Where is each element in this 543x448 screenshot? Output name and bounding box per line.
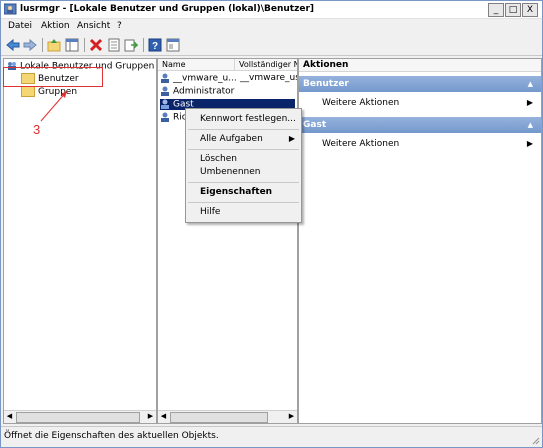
menu-item-all-tasks[interactable]: Alle Aufgaben xyxy=(200,134,263,144)
toolbar-separator xyxy=(42,38,43,52)
action-weitere-aktionen[interactable]: Weitere Aktionen xyxy=(322,139,399,149)
menu-item-rename[interactable]: Umbenennen xyxy=(200,167,261,177)
scroll-thumb[interactable] xyxy=(16,412,140,423)
console-tree-icon[interactable] xyxy=(166,38,180,52)
menu-item-help[interactable]: Hilfe xyxy=(200,207,220,217)
resize-grip-icon[interactable] xyxy=(530,435,540,445)
svg-text:?: ? xyxy=(152,41,158,52)
submenu-arrow-icon: ▶ xyxy=(526,139,533,148)
menu-help[interactable]: ? xyxy=(117,21,122,31)
users-app-icon xyxy=(4,3,17,15)
menu-separator xyxy=(188,202,299,203)
properties-icon[interactable] xyxy=(107,38,121,52)
row-name: Administrator xyxy=(173,86,235,97)
annotation-arrow-icon xyxy=(40,90,68,122)
menu-aktion[interactable]: Aktion xyxy=(41,21,70,31)
submenu-arrow-icon: ▶ xyxy=(288,134,295,143)
row-name: __vmware_u... xyxy=(173,73,237,84)
maximize-button[interactable]: □ xyxy=(505,3,521,17)
column-header-name[interactable]: Name xyxy=(158,59,235,71)
collapse-caret-icon[interactable]: ▲ xyxy=(528,117,533,133)
actions-title: Aktionen xyxy=(299,59,541,72)
user-icon xyxy=(161,112,169,122)
menu-separator xyxy=(188,129,299,130)
submenu-arrow-icon: ▶ xyxy=(526,98,533,107)
user-icon xyxy=(161,99,169,109)
export-icon[interactable] xyxy=(124,38,138,52)
column-header-full-name[interactable]: Vollständiger N xyxy=(235,59,297,71)
horizontal-scrollbar[interactable]: ◀ ▶ xyxy=(158,410,297,423)
folder-icon xyxy=(21,86,35,97)
forward-icon[interactable] xyxy=(23,38,37,52)
scroll-thumb[interactable] xyxy=(170,412,268,423)
back-icon[interactable] xyxy=(6,38,20,52)
user-icon xyxy=(161,73,169,83)
collapse-caret-icon[interactable]: ▲ xyxy=(528,76,533,92)
menu-ansicht[interactable]: Ansicht xyxy=(77,21,110,31)
context-menu: Kennwort festlegen... Alle Aufgaben ▶ Lö… xyxy=(185,108,302,223)
scroll-right-arrow[interactable]: ▶ xyxy=(286,411,297,422)
scroll-left-arrow[interactable]: ◀ xyxy=(158,411,169,422)
menu-item-properties[interactable]: Eigenschaften xyxy=(200,187,272,197)
scroll-right-arrow[interactable]: ▶ xyxy=(145,411,156,422)
menu-item-set-password[interactable]: Kennwort festlegen... xyxy=(200,114,296,124)
help-icon[interactable]: ? xyxy=(148,38,162,52)
delete-icon[interactable] xyxy=(89,38,103,52)
table-row[interactable]: __vmware_u... __vmware_use xyxy=(160,73,297,84)
status-bar: Öffnet die Eigenschaften des aktuellen O… xyxy=(1,426,542,447)
action-weitere-aktionen[interactable]: Weitere Aktionen xyxy=(322,98,399,108)
scroll-left-arrow[interactable]: ◀ xyxy=(4,411,15,422)
actions-section-header-benutzer[interactable]: Benutzer ▲ xyxy=(299,76,541,92)
toolbar: ? xyxy=(1,35,542,56)
status-text: Öffnet die Eigenschaften des aktuellen O… xyxy=(4,431,219,441)
title-bar: lusrmgr - [Lokale Benutzer und Gruppen (… xyxy=(1,1,542,19)
table-row[interactable]: Administrator xyxy=(160,86,295,97)
window-title: lusrmgr - [Lokale Benutzer und Gruppen (… xyxy=(20,4,315,14)
menu-separator xyxy=(188,149,299,150)
minimize-button[interactable]: _ xyxy=(488,3,504,17)
close-button[interactable]: X xyxy=(522,3,538,17)
toolbar-separator xyxy=(143,38,144,52)
horizontal-scrollbar[interactable]: ◀ ▶ xyxy=(4,410,156,423)
tree-pane: Lokale Benutzer und Gruppen (lokal) Benu… xyxy=(3,58,157,424)
actions-pane: Aktionen Benutzer ▲ Weitere Aktionen ▶ G… xyxy=(298,58,542,424)
up-icon[interactable] xyxy=(47,38,61,52)
menu-item-delete[interactable]: Löschen xyxy=(200,154,237,164)
menu-datei[interactable]: Datei xyxy=(8,21,32,31)
user-icon xyxy=(161,86,169,96)
toolbar-separator xyxy=(84,38,85,52)
annotation-highlight-box xyxy=(3,67,103,87)
section-header-label: Benutzer xyxy=(303,79,349,89)
section-header-label: Gast xyxy=(303,120,327,130)
menu-separator xyxy=(188,182,299,183)
show-tree-icon[interactable] xyxy=(65,38,79,52)
app-window: lusrmgr - [Lokale Benutzer und Gruppen (… xyxy=(0,0,543,448)
menu-bar: Datei Aktion Ansicht ? xyxy=(1,19,542,34)
row-full-name: __vmware_use xyxy=(240,73,297,83)
actions-section-header-gast[interactable]: Gast ▲ xyxy=(299,117,541,133)
annotation-number: 3 xyxy=(33,122,41,137)
